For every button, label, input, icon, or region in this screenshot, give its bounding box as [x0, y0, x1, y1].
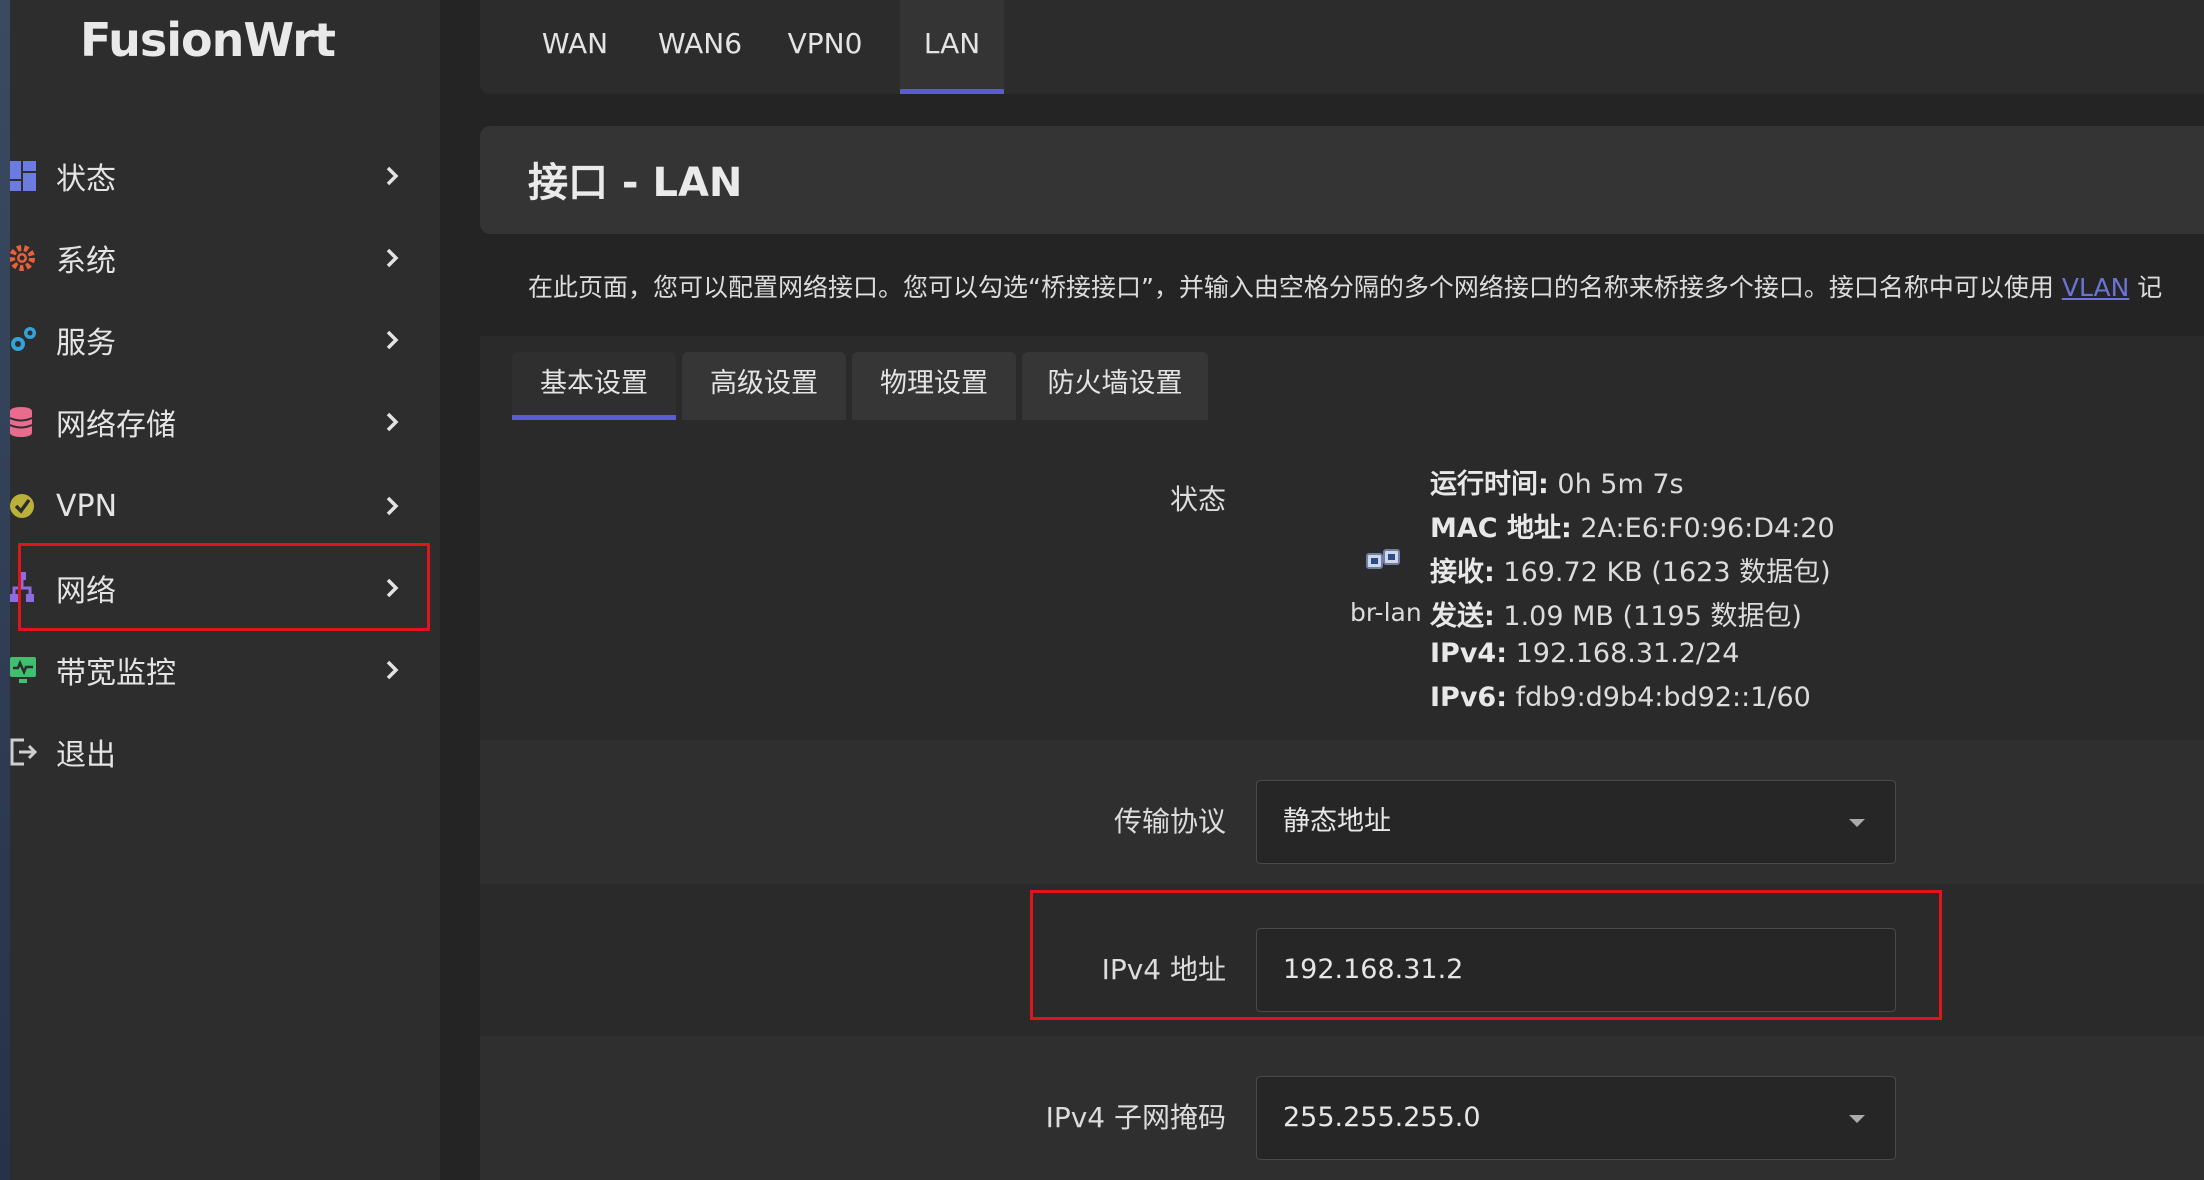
- gear-icon: [10, 238, 38, 278]
- interface-tabs: WAN WAN6 VPN0 LAN: [480, 0, 2204, 94]
- status-value: 2A:E6:F0:96:D4:20: [1571, 513, 1835, 544]
- status-tx: 发送: 1.09 MB (1195 数据包): [1430, 594, 1802, 633]
- sidebar-item-label: 网络: [56, 574, 116, 609]
- status-ipv6: IPv6: fdb9:d9b4:bd92::1/60: [1430, 682, 1811, 713]
- sidebar-item-label: 网络存储: [56, 408, 176, 443]
- sidebar-item-label: 状态: [56, 162, 116, 197]
- sidebar: FusionWrt 状态 系统 服务 网络存储 VPN 网络 带宽监控 退出: [10, 0, 440, 1180]
- netmask-select[interactable]: 255.255.255.0: [1256, 1076, 1896, 1160]
- protocol-selected-value: 静态地址: [1283, 806, 1391, 837]
- app-logo[interactable]: FusionWrt: [80, 10, 336, 70]
- sidebar-item-network[interactable]: 网络: [10, 548, 440, 628]
- logout-icon: [10, 732, 38, 772]
- status-key: 运行时间:: [1430, 469, 1549, 500]
- chevron-right-icon: [386, 166, 399, 186]
- interface-device-name: br-lan: [1350, 598, 1422, 627]
- protocol-select[interactable]: 静态地址: [1256, 780, 1896, 864]
- sidebar-item-label: 退出: [56, 738, 116, 773]
- tab-advanced-settings[interactable]: 高级设置: [682, 352, 846, 420]
- sidebar-item-bandwidth[interactable]: 带宽监控: [10, 630, 440, 710]
- ipv4-address-input[interactable]: 192.168.31.2: [1256, 928, 1896, 1012]
- sidebar-item-system[interactable]: 系统: [10, 218, 440, 298]
- status-key: MAC 地址:: [1430, 513, 1572, 544]
- status-key: IPv6:: [1430, 682, 1508, 713]
- tab-wan6[interactable]: WAN6: [645, 0, 755, 94]
- sidebar-item-label: 服务: [56, 326, 116, 361]
- database-icon: [10, 402, 38, 442]
- status-mac: MAC 地址: 2A:E6:F0:96:D4:20: [1430, 506, 1835, 545]
- chevron-right-icon: [386, 496, 399, 516]
- status-value: 0h 5m 7s: [1548, 469, 1684, 500]
- description-tail: 记: [2129, 273, 2163, 302]
- protocol-label: 传输协议: [1113, 805, 1226, 838]
- status-key: 发送:: [1430, 601, 1495, 632]
- ipv4-address-value: 192.168.31.2: [1283, 954, 1464, 985]
- page-title: 接口 - LAN: [528, 160, 743, 206]
- tab-vpn0[interactable]: VPN0: [770, 0, 880, 94]
- chevron-right-icon: [386, 578, 399, 598]
- netmask-label: IPv4 子网掩码: [1045, 1101, 1226, 1134]
- ipv4-address-label: IPv4 地址: [1101, 953, 1226, 986]
- page-description: 在此页面，您可以配置网络接口。您可以勾选“桥接接口”，并输入由空格分隔的多个网络…: [528, 268, 2204, 304]
- tab-lan[interactable]: LAN: [900, 0, 1004, 94]
- netmask-selected-value: 255.255.255.0: [1283, 1102, 1481, 1133]
- vpn-shield-icon: [10, 486, 38, 526]
- status-value: 1.09 MB (1195 数据包): [1494, 601, 1802, 632]
- status-value: fdb9:d9b4:bd92::1/60: [1507, 682, 1811, 713]
- status-key: 接收:: [1430, 557, 1495, 588]
- sidebar-item-label: VPN: [56, 488, 118, 524]
- status-uptime: 运行时间: 0h 5m 7s: [1430, 462, 1684, 501]
- sidebar-item-services[interactable]: 服务: [10, 300, 440, 380]
- status-key: IPv4:: [1430, 638, 1508, 669]
- tab-firewall-settings[interactable]: 防火墙设置: [1022, 352, 1208, 420]
- dashboard-icon: [10, 156, 38, 196]
- chevron-down-icon: [1849, 1115, 1865, 1123]
- sidebar-item-label: 带宽监控: [56, 656, 176, 691]
- status-label: 状态: [1169, 483, 1226, 516]
- sidebar-item-logout[interactable]: 退出: [10, 712, 440, 792]
- chevron-right-icon: [386, 330, 399, 350]
- monitor-icon: [10, 650, 38, 690]
- main-content: WAN WAN6 VPN0 LAN 接口 - LAN 在此页面，您可以配置网络接…: [440, 0, 2204, 1180]
- tab-wan[interactable]: WAN: [520, 0, 630, 94]
- vlan-link[interactable]: VLAN: [2062, 273, 2129, 302]
- chevron-right-icon: [386, 412, 399, 432]
- tab-basic-settings[interactable]: 基本设置: [512, 352, 676, 420]
- sidebar-item-label: 系统: [56, 244, 116, 279]
- sidebar-item-vpn[interactable]: VPN: [10, 466, 440, 546]
- sidebar-item-status[interactable]: 状态: [10, 136, 440, 216]
- status-rx: 接收: 169.72 KB (1623 数据包): [1430, 550, 1831, 589]
- desktop-edge: [0, 0, 10, 1180]
- status-ipv4: IPv4: 192.168.31.2/24: [1430, 638, 1739, 669]
- tab-physical-settings[interactable]: 物理设置: [852, 352, 1016, 420]
- status-value: 192.168.31.2/24: [1507, 638, 1740, 669]
- description-text: 在此页面，您可以配置网络接口。您可以勾选“桥接接口”，并输入由空格分隔的多个网络…: [528, 273, 2062, 302]
- chevron-right-icon: [386, 660, 399, 680]
- chevron-down-icon: [1849, 819, 1865, 827]
- network-icon: [10, 568, 38, 608]
- sidebar-item-storage[interactable]: 网络存储: [10, 382, 440, 462]
- chevron-right-icon: [386, 248, 399, 268]
- ethernet-port-icon: [1366, 548, 1402, 580]
- status-value: 169.72 KB (1623 数据包): [1494, 557, 1831, 588]
- services-icon: [10, 320, 38, 360]
